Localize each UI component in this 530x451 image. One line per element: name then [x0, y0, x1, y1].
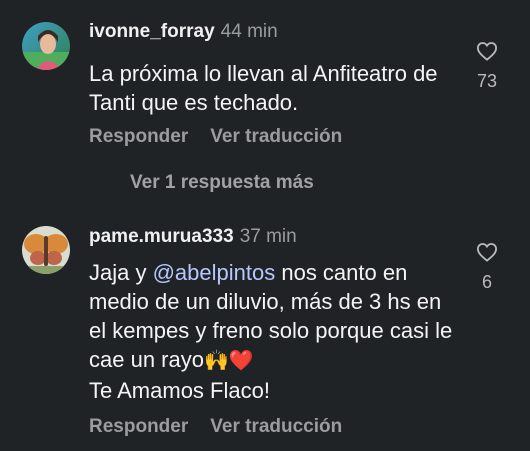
like-count: 73 [476, 71, 498, 91]
comment-text: La próxima lo llevan al Anfiteatro de Ta… [89, 61, 438, 115]
translate-button[interactable]: Ver traducción [210, 126, 342, 147]
username[interactable]: pame.murua333 [89, 226, 234, 247]
reply-button[interactable]: Responder [89, 416, 188, 437]
comment-text-part: Te Amamos Flaco! [89, 378, 270, 403]
comment-text-part: Jaja y [89, 260, 153, 285]
avatar[interactable] [22, 226, 70, 274]
like-control: 73 [470, 41, 504, 92]
view-more-replies-button[interactable]: Ver 1 respuesta más [130, 172, 314, 194]
mention-link[interactable]: @abelpintos [153, 260, 276, 285]
username[interactable]: ivonne_forray [89, 21, 215, 42]
reply-button[interactable]: Responder [89, 126, 188, 147]
heart-icon[interactable] [476, 242, 498, 262]
heart-icon[interactable] [476, 41, 498, 61]
comment-text: Jaja y @abelpintos nos canto en medio de… [89, 258, 459, 405]
comment-actions: Responder Ver traducción [89, 416, 364, 438]
comment-actions: Responder Ver traducción [89, 126, 364, 148]
avatar-photo-icon [22, 226, 70, 274]
emoji: 🙌❤️ [203, 350, 254, 372]
avatar-photo-icon [22, 22, 70, 70]
avatar[interactable] [22, 22, 70, 70]
timestamp: 44 min [220, 21, 278, 42]
timestamp: 37 min [239, 226, 297, 247]
translate-button[interactable]: Ver traducción [210, 416, 342, 437]
comment-header: ivonne_forray 44 min [89, 21, 278, 43]
comment-header: pame.murua333 37 min [89, 226, 297, 248]
like-control: 6 [470, 242, 504, 293]
like-count: 6 [481, 272, 492, 292]
